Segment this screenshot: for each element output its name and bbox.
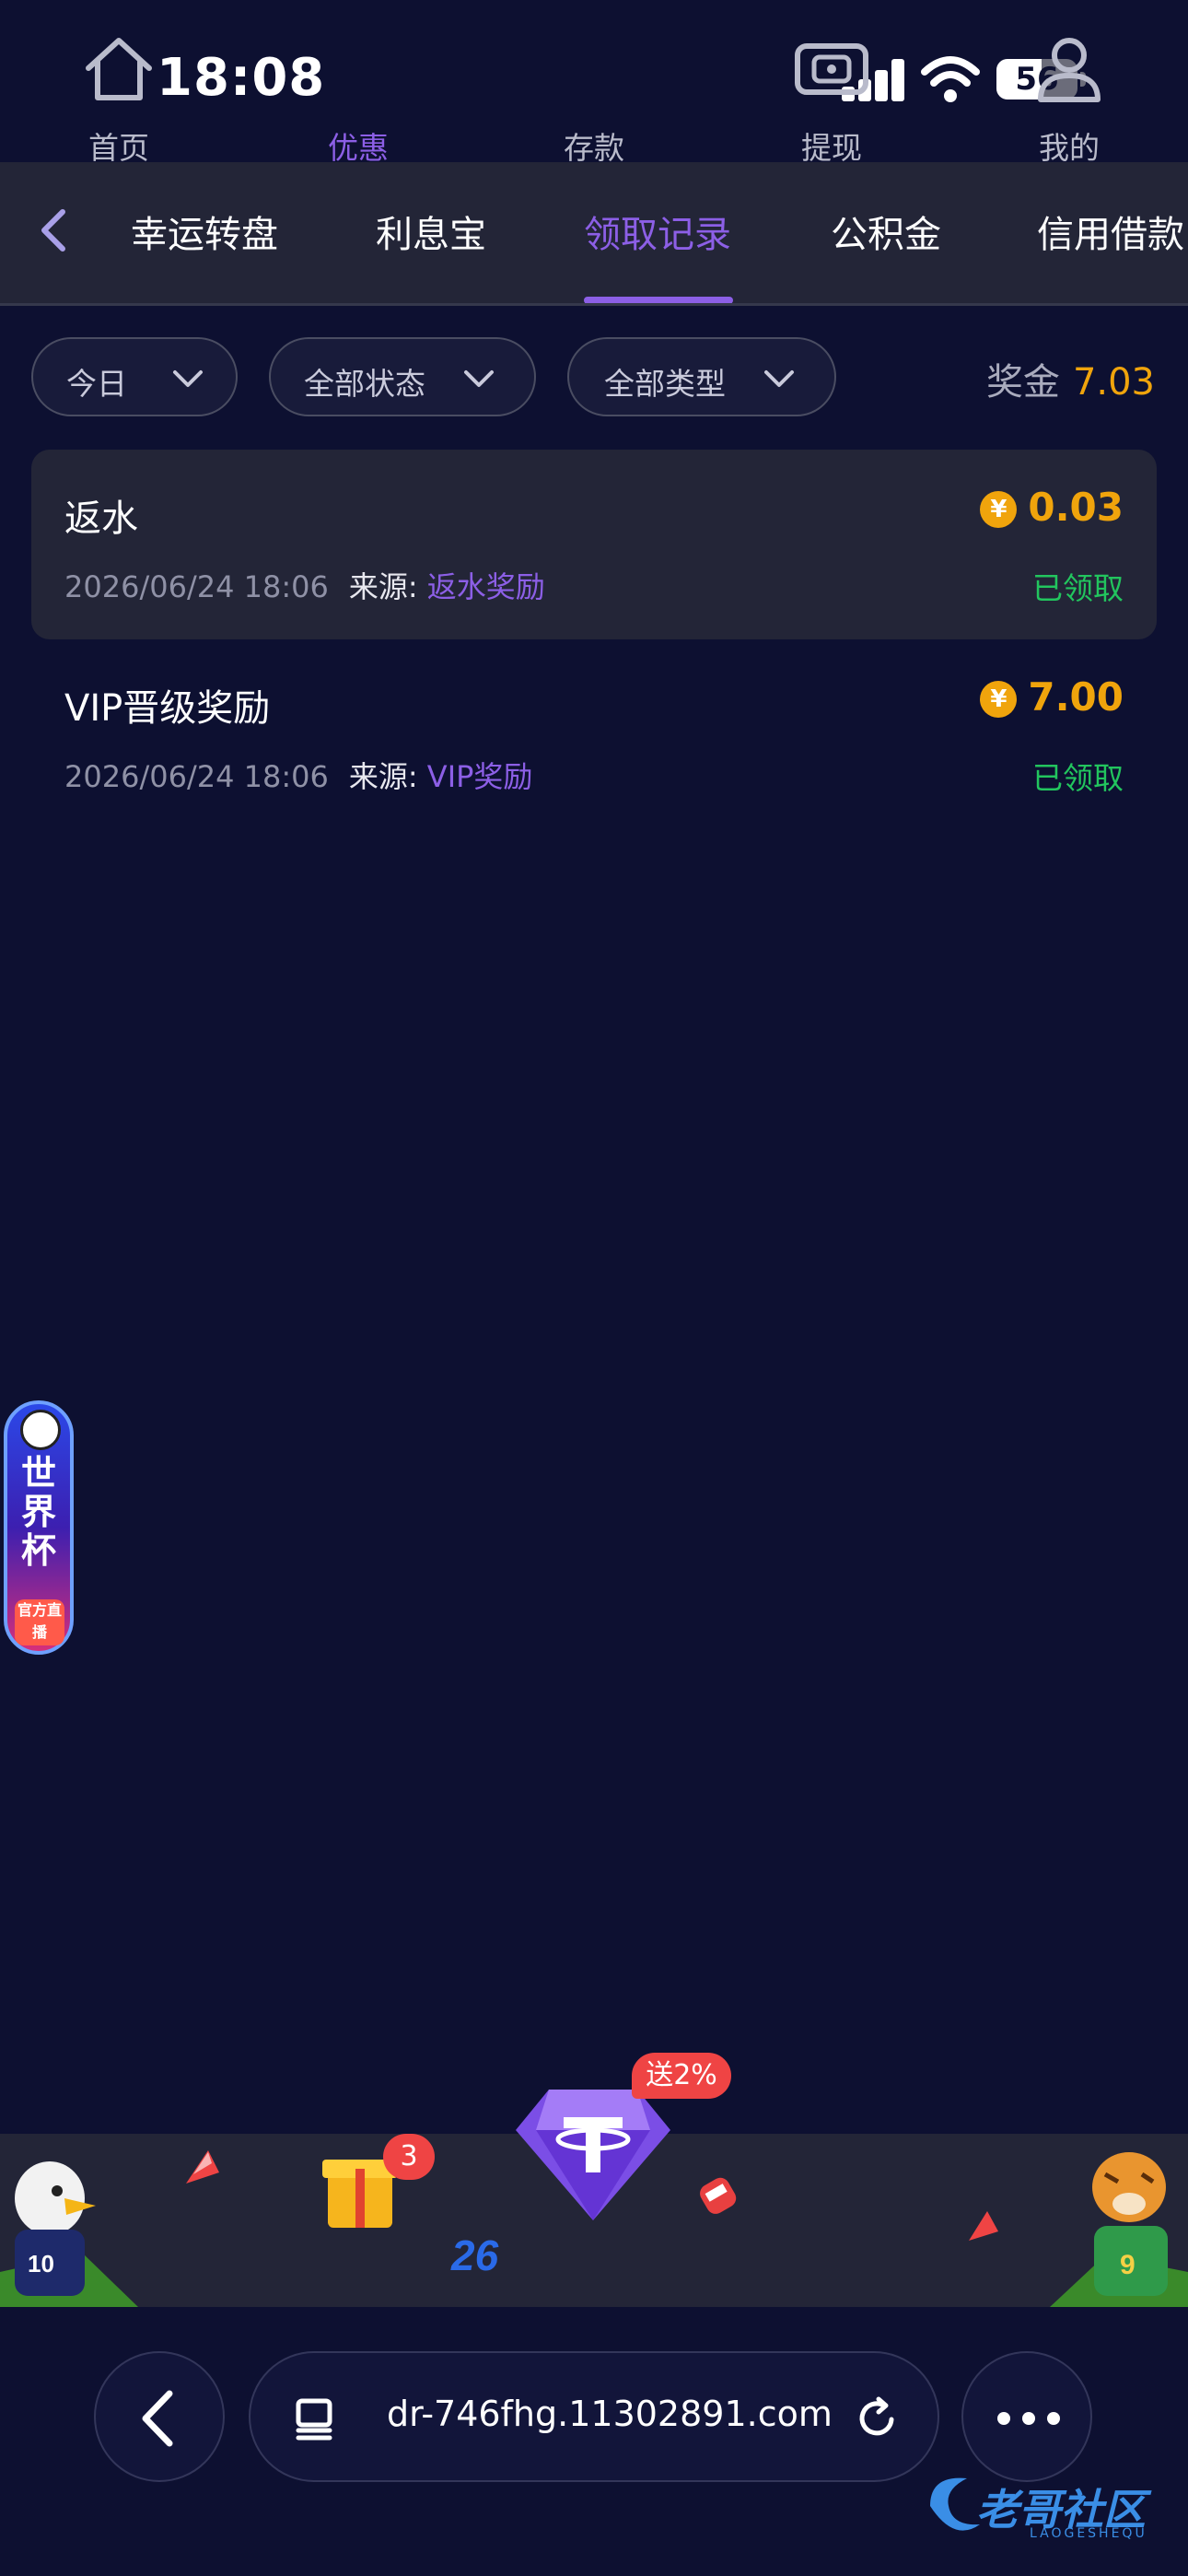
svg-text:26: 26 — [450, 2231, 499, 2279]
chevron-down-icon — [464, 370, 494, 387]
user-icon — [1038, 38, 1101, 102]
nav-withdraw-label: 提现 — [801, 130, 862, 166]
nav-mine[interactable]: 我的 — [1000, 28, 1138, 166]
world-cup-live-label: 官方直播 — [15, 1599, 64, 1645]
record-title: 返水 — [64, 498, 138, 540]
status-filter-label: 全部状态 — [304, 366, 425, 402]
record-amount: ¥0.03 — [980, 485, 1124, 530]
active-tab-indicator — [584, 297, 733, 303]
browser-more-button[interactable] — [961, 2351, 1092, 2482]
world-cup-title: 世界杯 — [20, 1453, 56, 1571]
list-item: VIP晋级奖励 2026/06/24 18:06 来源: VIP奖励 ¥7.00 … — [31, 639, 1157, 829]
browser-url: dr-746fhg.11302891.com — [387, 2394, 833, 2434]
wifi-icon — [921, 56, 980, 102]
record-meta: 2026/06/24 18:06 来源: VIP奖励 — [64, 754, 532, 796]
deposit-bonus-badge: 送2% — [632, 2053, 731, 2099]
watermark-logo: 老哥社区 LAOGESHEQU — [921, 2469, 1179, 2552]
browser-address-bar[interactable]: dr-746fhg.11302891.com — [249, 2351, 939, 2482]
tab-claim-records[interactable]: 领取记录 — [584, 205, 731, 258]
reload-icon[interactable] — [853, 2394, 903, 2443]
type-filter[interactable]: 全部类型 — [567, 337, 836, 416]
gift-icon — [322, 2160, 398, 2228]
tab-bar: 幸运转盘 利息宝 领取记录 公积金 信用借款 — [0, 162, 1188, 306]
nav-deposit[interactable]: 存款 — [525, 28, 663, 166]
svg-text:9: 9 — [1120, 2250, 1136, 2280]
date-filter[interactable]: 今日 — [31, 337, 238, 416]
record-source: 返水奖励 — [426, 569, 545, 604]
nav-home-label: 首页 — [88, 130, 149, 166]
tab-lucky-wheel[interactable]: 幸运转盘 — [131, 205, 278, 258]
promo-count-badge: 3 — [383, 2134, 435, 2180]
list-item: 返水 2026/06/24 18:06 来源: 返水奖励 ¥0.03 已领取 — [31, 450, 1157, 639]
nav-promo-label: 优惠 — [328, 130, 389, 166]
date-filter-label: 今日 — [66, 366, 127, 402]
coin-icon: ¥ — [980, 491, 1018, 528]
record-amount-value: 7.00 — [1028, 674, 1124, 720]
tab-interest[interactable]: 利息宝 — [376, 205, 486, 258]
watermark-subtext: LAOGESHEQU — [1030, 2526, 1147, 2541]
prize-value: 7.03 — [1072, 361, 1155, 404]
tab-provident-fund[interactable]: 公积金 — [831, 205, 941, 258]
browser-back-button[interactable] — [94, 2351, 225, 2482]
tabs-icon — [296, 2398, 332, 2441]
more-dots-icon — [997, 2412, 1060, 2425]
prize-total: 奖金 7.03 — [986, 352, 1155, 405]
eagle-mascot-icon: 10 — [0, 2161, 138, 2307]
chevron-down-icon — [764, 370, 794, 387]
record-source: VIP奖励 — [426, 759, 533, 794]
soccer-ball-icon — [20, 1410, 61, 1450]
chevron-left-icon — [142, 2390, 173, 2447]
home-icon — [86, 38, 152, 100]
tiger-mascot-icon: 9 — [1050, 2152, 1188, 2307]
coin-icon: ¥ — [980, 681, 1018, 718]
record-status: 已领取 — [1032, 570, 1124, 606]
nav-mine-label: 我的 — [1039, 130, 1100, 166]
record-title: VIP晋级奖励 — [64, 687, 271, 730]
nav-deposit-label: 存款 — [564, 130, 624, 166]
record-amount: ¥7.00 — [980, 674, 1124, 720]
party-horn-icon — [969, 2211, 998, 2241]
type-filter-label: 全部类型 — [604, 366, 726, 402]
prize-label: 奖金 — [985, 361, 1060, 404]
record-date: 2026/06/24 18:06 — [64, 569, 329, 604]
nav-promo[interactable]: 优惠 — [289, 28, 427, 166]
record-source-label: 来源: — [348, 569, 418, 604]
worldcup-26-logo-icon: 26 — [450, 2231, 499, 2279]
record-source-label: 来源: — [348, 759, 418, 794]
record-amount-value: 0.03 — [1028, 485, 1124, 530]
diamond-tether-icon — [516, 2090, 670, 2220]
back-chevron-icon[interactable] — [28, 203, 83, 258]
withdraw-ticket-icon — [795, 43, 868, 95]
record-date: 2026/06/24 18:06 — [64, 759, 329, 794]
status-filter[interactable]: 全部状态 — [269, 337, 536, 416]
goalkeeper-glove-icon — [700, 2177, 737, 2214]
nav-withdraw[interactable]: 提现 — [763, 28, 901, 166]
record-status: 已领取 — [1032, 760, 1124, 796]
chevron-down-icon — [173, 370, 203, 387]
nav-home[interactable]: 首页 — [50, 28, 188, 166]
world-cup-live-badge[interactable]: 世界杯 官方直播 — [4, 1400, 74, 1655]
tab-credit-loan[interactable]: 信用借款 — [1037, 205, 1184, 258]
party-horn-icon — [186, 2150, 219, 2184]
svg-text:10: 10 — [28, 2250, 54, 2277]
record-meta: 2026/06/24 18:06 来源: 返水奖励 — [64, 564, 545, 606]
